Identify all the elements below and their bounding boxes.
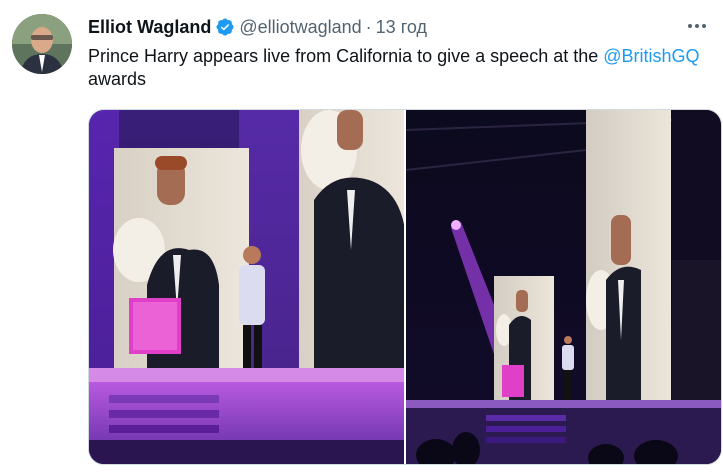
separator-dot: · — [365, 16, 372, 37]
tweet-header: Elliot Wagland @elliotwagland · 13 год — [88, 16, 711, 38]
author-name[interactable]: Elliot Wagland — [88, 17, 211, 38]
tweet-text-part: Prince Harry appears live from Californi… — [88, 46, 604, 66]
tweet-media — [88, 109, 722, 465]
author-handle[interactable]: @elliotwagland — [239, 17, 361, 38]
media-photo-2[interactable] — [406, 110, 721, 464]
avatar[interactable] — [12, 14, 72, 74]
tweet-text: Prince Harry appears live from Californi… — [88, 45, 718, 91]
tweet-text-part: awards — [88, 69, 147, 89]
mention-link[interactable]: @BritishGQ — [603, 46, 699, 66]
tweet-timestamp[interactable]: 13 год — [376, 17, 427, 38]
media-photo-1[interactable] — [89, 110, 404, 464]
verified-badge-icon — [215, 17, 235, 37]
more-options-icon[interactable] — [685, 14, 709, 38]
avatar-image — [12, 14, 72, 74]
